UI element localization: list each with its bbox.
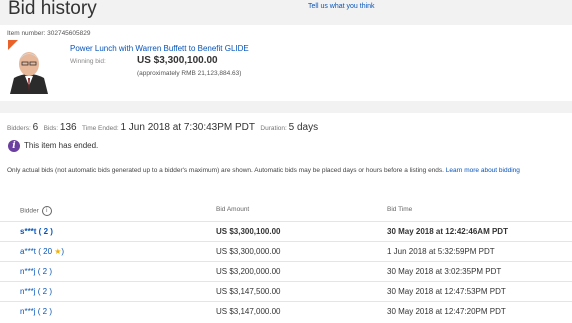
- bid-amount: US $3,300,000.00: [216, 247, 281, 256]
- info-icon: i: [8, 140, 20, 152]
- help-icon[interactable]: i: [41, 206, 52, 216]
- feedback-link[interactable]: Tell us what you think: [308, 3, 375, 10]
- bidder-link[interactable]: a***t ( 20 ★): [20, 247, 64, 256]
- winning-bid-amount: US $3,300,100.00: [137, 55, 218, 66]
- bid-history-card: Bidders: 6 Bids: 136 Time Ended: 1 Jun 2…: [0, 113, 572, 323]
- time-ended: 1 Jun 2018 at 7:30:43PM PDT: [120, 122, 255, 133]
- table-row: n***j ( 2 ) US $3,200,000.00 30 May 2018…: [0, 261, 572, 282]
- bidder-link[interactable]: n***j ( 2 ): [20, 307, 52, 316]
- item-ended-notice: i This item has ended.: [8, 140, 98, 152]
- bid-time: 30 May 2018 at 12:42:46AM PDT: [387, 227, 508, 236]
- winning-bid-label: Winning bid:: [70, 58, 106, 65]
- auction-stats: Bidders: 6 Bids: 136 Time Ended: 1 Jun 2…: [7, 122, 319, 133]
- bidder-link[interactable]: n***j ( 2 ): [20, 267, 52, 276]
- bid-amount: US $3,147,000.00: [216, 307, 281, 316]
- duration: 5 days: [288, 122, 319, 133]
- item-thumbnail[interactable]: [8, 40, 50, 94]
- bids-count: 136: [59, 122, 77, 133]
- bids-note: Only actual bids (not automatic bids gen…: [7, 167, 520, 174]
- bidder-link[interactable]: n***j ( 2 ): [20, 287, 52, 296]
- bid-amount: US $3,200,000.00: [216, 267, 281, 276]
- table-row: n***j ( 2 ) US $3,147,000.00 30 May 2018…: [0, 301, 572, 322]
- bidder-header: Bidder i: [20, 206, 52, 216]
- item-number: Item number: 302745605829: [7, 30, 91, 37]
- learn-more-link[interactable]: Learn more about bidding: [446, 167, 520, 174]
- star-icon: ★: [54, 247, 62, 256]
- table-row: a***t ( 20 ★) US $3,300,000.00 1 Jun 201…: [0, 241, 572, 262]
- bid-amount: US $3,300,100.00: [216, 227, 281, 236]
- bidders-count: 6: [32, 122, 39, 133]
- bid-time-header: Bid Time: [387, 206, 413, 213]
- bid-time: 30 May 2018 at 12:47:20PM PDT: [387, 307, 506, 316]
- item-title-link[interactable]: Power Lunch with Warren Buffett to Benef…: [70, 44, 249, 53]
- bid-amount: US $3,147,500.00: [216, 287, 281, 296]
- bid-time: 1 Jun 2018 at 5:32:59PM PDT: [387, 247, 495, 256]
- item-summary-card: Item number: 302745605829 Power Lunch wi…: [0, 25, 572, 101]
- bidder-link[interactable]: s***t ( 2 ): [20, 227, 53, 236]
- page-title: Bid history: [8, 0, 97, 19]
- winning-bid-converted: (approximately RMB 21,123,884.63): [137, 70, 242, 77]
- bid-time: 30 May 2018 at 3:02:35PM PDT: [387, 267, 502, 276]
- table-row: n***j ( 2 ) US $3,147,500.00 30 May 2018…: [0, 281, 572, 302]
- bid-amount-header: Bid Amount: [216, 206, 250, 213]
- bid-time: 30 May 2018 at 12:47:53PM PDT: [387, 287, 506, 296]
- table-row: s***t ( 2 ) US $3,300,100.00 30 May 2018…: [0, 221, 572, 242]
